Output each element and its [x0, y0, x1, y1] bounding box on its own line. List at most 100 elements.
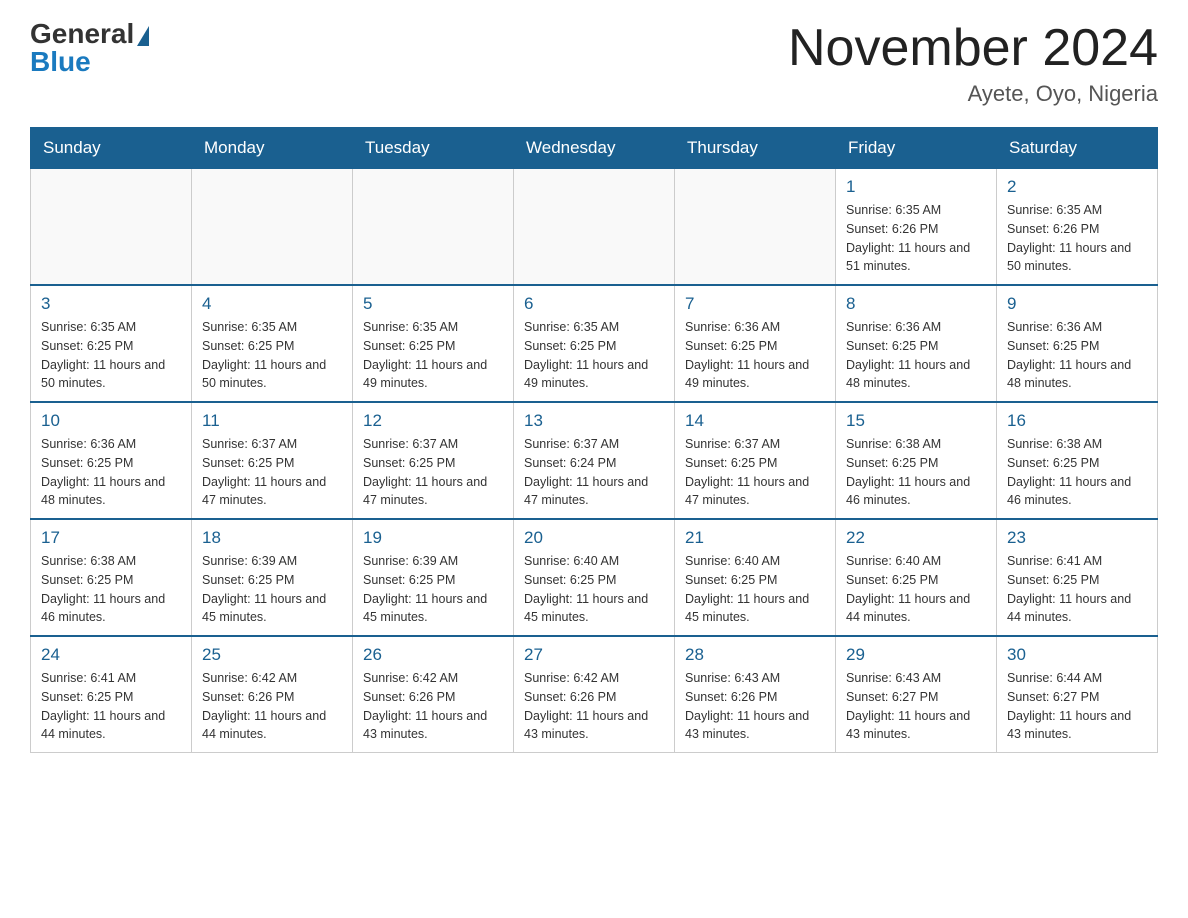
calendar-cell: 17 Sunrise: 6:38 AMSunset: 6:25 PMDayligh…: [31, 519, 192, 636]
day-info: Sunrise: 6:36 AMSunset: 6:25 PMDaylight:…: [1007, 318, 1147, 393]
day-info: Sunrise: 6:43 AMSunset: 6:27 PMDaylight:…: [846, 669, 986, 744]
calendar-cell: 21Sunrise: 6:40 AMSunset: 6:25 PMDayligh…: [675, 519, 836, 636]
calendar-week-1: 1 Sunrise: 6:35 AMSunset: 6:26 PMDaylight…: [31, 169, 1158, 286]
day-info: Sunrise: 6:35 AMSunset: 6:25 PMDaylight:…: [363, 318, 503, 393]
day-info: Sunrise: 6:42 AMSunset: 6:26 PMDaylight:…: [363, 669, 503, 744]
calendar-cell: 23Sunrise: 6:41 AMSunset: 6:25 PMDayligh…: [997, 519, 1158, 636]
calendar-cell: [353, 169, 514, 286]
day-number: 5: [363, 294, 503, 314]
calendar-cell: 1 Sunrise: 6:35 AMSunset: 6:26 PMDaylight…: [836, 169, 997, 286]
day-number: 30: [1007, 645, 1147, 665]
calendar-cell: 2Sunrise: 6:35 AMSunset: 6:26 PMDaylight…: [997, 169, 1158, 286]
calendar-subtitle: Ayete, Oyo, Nigeria: [788, 81, 1158, 107]
calendar-cell: 27 Sunrise: 6:42 AMSunset: 6:26 PMDayligh…: [514, 636, 675, 753]
calendar-cell: 24 Sunrise: 6:41 AMSunset: 6:25 PMDayligh…: [31, 636, 192, 753]
title-block: November 2024 Ayete, Oyo, Nigeria: [788, 20, 1158, 107]
day-number: 4: [202, 294, 342, 314]
calendar-cell: 5 Sunrise: 6:35 AMSunset: 6:25 PMDaylight…: [353, 285, 514, 402]
day-info: Sunrise: 6:39 AMSunset: 6:25 PMDaylight:…: [363, 552, 503, 627]
calendar-cell: 16 Sunrise: 6:38 AMSunset: 6:25 PMDayligh…: [997, 402, 1158, 519]
day-info: Sunrise: 6:41 AMSunset: 6:25 PMDaylight:…: [1007, 552, 1147, 627]
calendar-cell: 30Sunrise: 6:44 AMSunset: 6:27 PMDayligh…: [997, 636, 1158, 753]
day-number: 9: [1007, 294, 1147, 314]
weekday-header-friday: Friday: [836, 128, 997, 169]
day-info: Sunrise: 6:37 AMSunset: 6:25 PMDaylight:…: [685, 435, 825, 510]
calendar-cell: 28 Sunrise: 6:43 AMSunset: 6:26 PMDayligh…: [675, 636, 836, 753]
calendar-cell: 20Sunrise: 6:40 AMSunset: 6:25 PMDayligh…: [514, 519, 675, 636]
day-number: 28: [685, 645, 825, 665]
logo-triangle-icon: [137, 26, 149, 46]
day-number: 21: [685, 528, 825, 548]
day-info: Sunrise: 6:35 AMSunset: 6:25 PMDaylight:…: [41, 318, 181, 393]
day-number: 22: [846, 528, 986, 548]
logo: General Blue: [30, 20, 149, 76]
calendar-week-5: 24 Sunrise: 6:41 AMSunset: 6:25 PMDayligh…: [31, 636, 1158, 753]
day-info: Sunrise: 6:39 AMSunset: 6:25 PMDaylight:…: [202, 552, 342, 627]
day-info: Sunrise: 6:38 AMSunset: 6:25 PMDaylight:…: [1007, 435, 1147, 510]
day-info: Sunrise: 6:35 AMSunset: 6:25 PMDaylight:…: [202, 318, 342, 393]
weekday-header-row: SundayMondayTuesdayWednesdayThursdayFrid…: [31, 128, 1158, 169]
calendar-cell: 9 Sunrise: 6:36 AMSunset: 6:25 PMDaylight…: [997, 285, 1158, 402]
logo-blue: Blue: [30, 48, 91, 76]
calendar-header: SundayMondayTuesdayWednesdayThursdayFrid…: [31, 128, 1158, 169]
day-number: 1: [846, 177, 986, 197]
calendar-cell: 6 Sunrise: 6:35 AMSunset: 6:25 PMDaylight…: [514, 285, 675, 402]
calendar-table: SundayMondayTuesdayWednesdayThursdayFrid…: [30, 127, 1158, 753]
day-info: Sunrise: 6:40 AMSunset: 6:25 PMDaylight:…: [846, 552, 986, 627]
weekday-header-tuesday: Tuesday: [353, 128, 514, 169]
day-info: Sunrise: 6:42 AMSunset: 6:26 PMDaylight:…: [202, 669, 342, 744]
day-number: 24: [41, 645, 181, 665]
weekday-header-wednesday: Wednesday: [514, 128, 675, 169]
calendar-cell: [514, 169, 675, 286]
day-number: 7: [685, 294, 825, 314]
day-number: 6: [524, 294, 664, 314]
calendar-cell: 22 Sunrise: 6:40 AMSunset: 6:25 PMDayligh…: [836, 519, 997, 636]
day-number: 26: [363, 645, 503, 665]
day-info: Sunrise: 6:36 AMSunset: 6:25 PMDaylight:…: [41, 435, 181, 510]
calendar-cell: 4 Sunrise: 6:35 AMSunset: 6:25 PMDaylight…: [192, 285, 353, 402]
weekday-header-saturday: Saturday: [997, 128, 1158, 169]
weekday-header-thursday: Thursday: [675, 128, 836, 169]
calendar-cell: 29 Sunrise: 6:43 AMSunset: 6:27 PMDayligh…: [836, 636, 997, 753]
weekday-header-sunday: Sunday: [31, 128, 192, 169]
calendar-cell: [192, 169, 353, 286]
day-number: 2: [1007, 177, 1147, 197]
day-info: Sunrise: 6:38 AMSunset: 6:25 PMDaylight:…: [846, 435, 986, 510]
day-number: 3: [41, 294, 181, 314]
calendar-cell: 15 Sunrise: 6:38 AMSunset: 6:25 PMDayligh…: [836, 402, 997, 519]
calendar-cell: 14Sunrise: 6:37 AMSunset: 6:25 PMDayligh…: [675, 402, 836, 519]
day-number: 27: [524, 645, 664, 665]
day-number: 15: [846, 411, 986, 431]
calendar-cell: 13 Sunrise: 6:37 AMSunset: 6:24 PMDayligh…: [514, 402, 675, 519]
calendar-cell: 18 Sunrise: 6:39 AMSunset: 6:25 PMDayligh…: [192, 519, 353, 636]
calendar-cell: [31, 169, 192, 286]
day-number: 18: [202, 528, 342, 548]
day-number: 16: [1007, 411, 1147, 431]
day-number: 29: [846, 645, 986, 665]
calendar-cell: [675, 169, 836, 286]
day-info: Sunrise: 6:35 AMSunset: 6:25 PMDaylight:…: [524, 318, 664, 393]
day-info: Sunrise: 6:37 AMSunset: 6:24 PMDaylight:…: [524, 435, 664, 510]
day-number: 13: [524, 411, 664, 431]
calendar-body: 1 Sunrise: 6:35 AMSunset: 6:26 PMDaylight…: [31, 169, 1158, 753]
calendar-cell: 3 Sunrise: 6:35 AMSunset: 6:25 PMDaylight…: [31, 285, 192, 402]
day-number: 17: [41, 528, 181, 548]
calendar-cell: 19Sunrise: 6:39 AMSunset: 6:25 PMDayligh…: [353, 519, 514, 636]
calendar-cell: 25Sunrise: 6:42 AMSunset: 6:26 PMDayligh…: [192, 636, 353, 753]
day-info: Sunrise: 6:35 AMSunset: 6:26 PMDaylight:…: [846, 201, 986, 276]
day-info: Sunrise: 6:36 AMSunset: 6:25 PMDaylight:…: [685, 318, 825, 393]
day-info: Sunrise: 6:42 AMSunset: 6:26 PMDaylight:…: [524, 669, 664, 744]
day-info: Sunrise: 6:38 AMSunset: 6:25 PMDaylight:…: [41, 552, 181, 627]
day-info: Sunrise: 6:43 AMSunset: 6:26 PMDaylight:…: [685, 669, 825, 744]
logo-general: General: [30, 20, 134, 48]
day-info: Sunrise: 6:40 AMSunset: 6:25 PMDaylight:…: [524, 552, 664, 627]
calendar-cell: 10Sunrise: 6:36 AMSunset: 6:25 PMDayligh…: [31, 402, 192, 519]
day-info: Sunrise: 6:41 AMSunset: 6:25 PMDaylight:…: [41, 669, 181, 744]
calendar-cell: 7 Sunrise: 6:36 AMSunset: 6:25 PMDaylight…: [675, 285, 836, 402]
calendar-title: November 2024: [788, 20, 1158, 77]
weekday-header-monday: Monday: [192, 128, 353, 169]
calendar-cell: 12Sunrise: 6:37 AMSunset: 6:25 PMDayligh…: [353, 402, 514, 519]
calendar-week-2: 3 Sunrise: 6:35 AMSunset: 6:25 PMDaylight…: [31, 285, 1158, 402]
day-number: 12: [363, 411, 503, 431]
calendar-cell: 26 Sunrise: 6:42 AMSunset: 6:26 PMDayligh…: [353, 636, 514, 753]
